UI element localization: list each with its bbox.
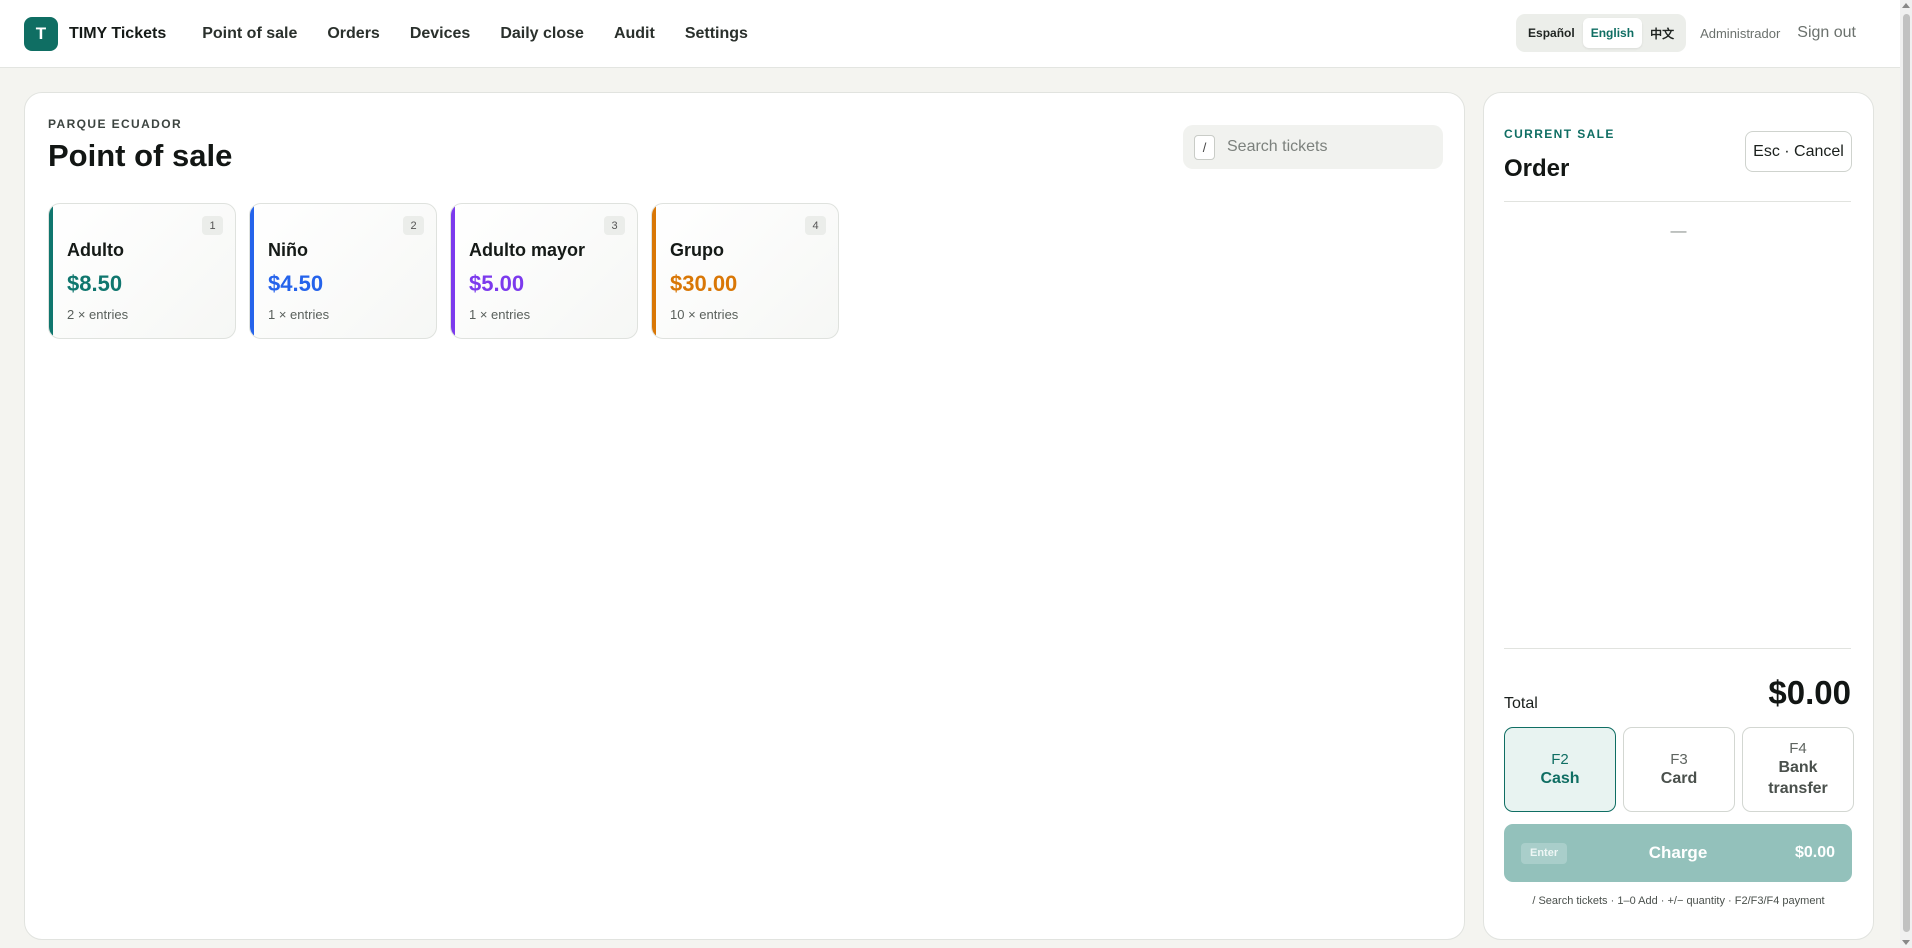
payment-cash-button[interactable]: F2 Cash — [1504, 727, 1616, 812]
top-bar: T TIMY Tickets Point of sale Orders Devi… — [0, 0, 1900, 68]
ticket-grid: 1 Adulto $8.50 2 × entries 2 Niño $4.50 … — [48, 203, 852, 339]
language-option-spanish[interactable]: Español — [1520, 18, 1583, 48]
payment-shortcut-key: F2 — [1551, 750, 1569, 768]
page-title: Point of sale — [48, 138, 233, 173]
main-nav: Point of sale Orders Devices Daily close… — [202, 25, 778, 43]
ticket-name: Niño — [268, 240, 308, 260]
language-option-chinese[interactable]: 中文 — [1642, 18, 1682, 48]
charge-amount: $0.00 — [1794, 844, 1835, 861]
brand-name: TIMY Tickets — [69, 24, 167, 42]
sign-out-link[interactable]: Sign out — [1797, 24, 1856, 42]
ticket-shortcut-key: 3 — [604, 216, 625, 235]
ticket-accent-bar — [451, 204, 455, 338]
scrollbar-thumb[interactable] — [1903, 14, 1910, 932]
payment-label: Cash — [1540, 769, 1580, 787]
nav-item-audit[interactable]: Audit — [614, 25, 655, 43]
order-divider — [1504, 201, 1851, 202]
ticket-price: $5.00 — [469, 271, 525, 296]
order-empty-placeholder: — — [1670, 223, 1687, 240]
user-name: Administrador — [1700, 25, 1781, 41]
topbar-right: Español English 中文 Administrador Sign ou… — [1516, 14, 1856, 52]
scroll-down-arrow-icon[interactable] — [1902, 940, 1910, 945]
charge-button[interactable]: Enter Charge $0.00 — [1504, 824, 1852, 882]
payment-shortcut-key: F4 — [1789, 740, 1807, 757]
brand[interactable]: T TIMY Tickets — [24, 16, 167, 51]
pos-panel: PARQUE ECUADOR Point of sale / 1 Adulto … — [24, 92, 1465, 940]
language-option-english[interactable]: English — [1582, 18, 1643, 48]
ticket-card-adulto-mayor[interactable]: 3 Adulto mayor $5.00 1 × entries — [450, 203, 638, 339]
ticket-card-grupo[interactable]: 4 Grupo $30.00 10 × entries — [651, 203, 839, 339]
ticket-entries: 1 × entries — [469, 307, 531, 322]
order-divider — [1504, 648, 1851, 649]
ticket-entries: 2 × entries — [67, 307, 129, 322]
payment-card-button[interactable]: F3 Card — [1623, 727, 1735, 812]
ticket-name: Adulto mayor — [469, 240, 586, 260]
nav-item-devices[interactable]: Devices — [410, 25, 471, 43]
nav-item-settings[interactable]: Settings — [685, 25, 748, 43]
ticket-name: Grupo — [670, 240, 724, 260]
order-title: Order — [1504, 155, 1570, 182]
nav-item-point-of-sale[interactable]: Point of sale — [202, 25, 297, 43]
total-label: Total — [1504, 695, 1538, 712]
page-scrollbar[interactable] — [1900, 0, 1912, 948]
ticket-shortcut-key: 1 — [202, 216, 223, 235]
ticket-card-nino[interactable]: 2 Niño $4.50 1 × entries — [249, 203, 437, 339]
nav-item-orders[interactable]: Orders — [327, 25, 379, 43]
ticket-card-adulto[interactable]: 1 Adulto $8.50 2 × entries — [48, 203, 236, 339]
ticket-accent-bar — [250, 204, 254, 338]
nav-item-daily-close[interactable]: Daily close — [500, 25, 584, 43]
language-switcher: Español English 中文 — [1516, 14, 1687, 52]
current-sale-label: CURRENT SALE — [1504, 127, 1615, 141]
payment-bank-transfer-button[interactable]: F4 Bank transfer — [1742, 727, 1854, 812]
payment-methods: F2 Cash F3 Card F4 Bank transfer — [1504, 727, 1854, 812]
payment-shortcut-key: F3 — [1670, 750, 1688, 768]
payment-label: Card — [1660, 769, 1698, 787]
scroll-up-arrow-icon[interactable] — [1902, 3, 1910, 8]
cancel-button[interactable]: Esc · Cancel — [1745, 131, 1852, 172]
ticket-accent-bar — [652, 204, 656, 338]
ticket-entries: 1 × entries — [268, 307, 330, 322]
ticket-shortcut-key: 2 — [403, 216, 424, 235]
location-label: PARQUE ECUADOR — [48, 117, 183, 131]
search-input[interactable] — [1227, 138, 1427, 156]
ticket-shortcut-key: 4 — [805, 216, 826, 235]
ticket-price: $30.00 — [670, 271, 738, 296]
ticket-price: $4.50 — [268, 271, 324, 296]
ticket-entries: 10 × entries — [670, 307, 739, 322]
search-box[interactable]: / — [1183, 125, 1443, 169]
charge-shortcut-key: Enter — [1521, 842, 1568, 864]
payment-label: Bank transfer — [1768, 759, 1828, 797]
total-value: $0.00 — [1768, 674, 1851, 711]
keyboard-shortcuts-hint: / Search tickets · 1–0 Add · +/− quantit… — [1532, 895, 1825, 907]
order-panel: CURRENT SALE Order Esc · Cancel — Total … — [1483, 92, 1874, 940]
brand-logo: T — [24, 16, 58, 51]
ticket-accent-bar — [49, 204, 53, 338]
ticket-price: $8.50 — [67, 271, 123, 296]
search-shortcut-key: / — [1194, 134, 1215, 160]
ticket-name: Adulto — [67, 240, 124, 260]
